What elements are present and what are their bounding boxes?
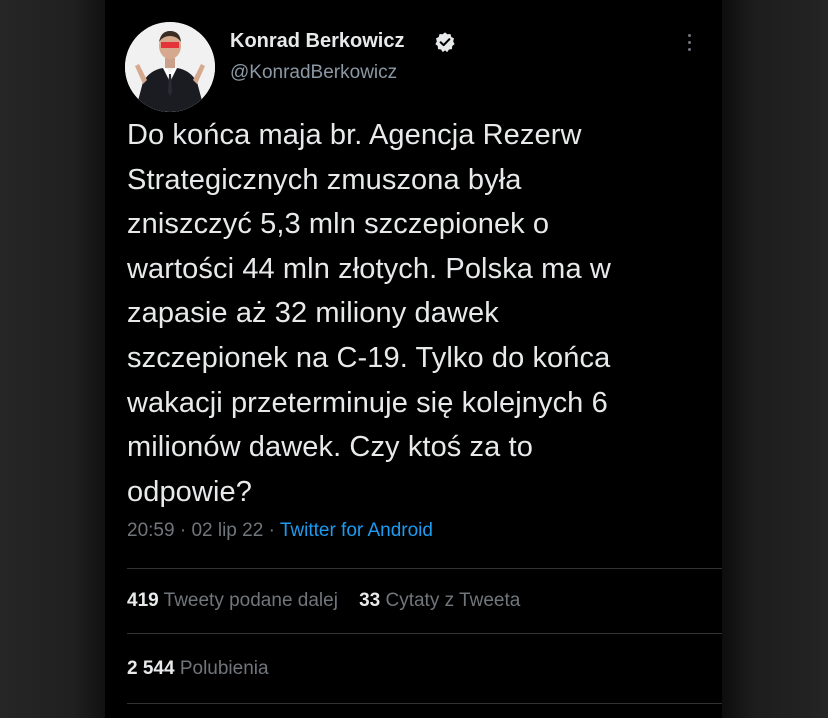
quotes-label: Cytaty z Tweeta — [385, 590, 521, 611]
tweet-meta: 20:59 · 02 lip 22 · Twitter for Android — [127, 520, 433, 542]
likes-stat[interactable]: 2 544 Polubienia — [127, 658, 269, 680]
author-handle[interactable]: @KonradBerkowicz — [230, 62, 397, 84]
engagement-stats: 419 Tweety podane dalej 33 Cytaty z Twee… — [127, 590, 520, 612]
background-right — [722, 0, 828, 718]
avatar[interactable] — [125, 22, 215, 112]
retweets-label: Tweety podane dalej — [163, 590, 338, 611]
avatar-photo — [125, 22, 215, 112]
quotes-stat[interactable]: 33 Cytaty z Tweeta — [359, 590, 520, 611]
tweet-source-link[interactable]: Twitter for Android — [280, 520, 433, 541]
quotes-count: 33 — [359, 590, 381, 611]
author-name[interactable]: Konrad Berkowicz — [230, 30, 404, 53]
background-left — [0, 0, 105, 718]
retweets-count: 419 — [127, 590, 159, 611]
meta-separator: · — [268, 520, 275, 541]
likes-label: Polubienia — [179, 658, 269, 679]
divider — [127, 633, 722, 634]
retweets-stat[interactable]: 419 Tweety podane dalej — [127, 590, 338, 611]
likes-count: 2 544 — [127, 658, 175, 679]
tweet-date[interactable]: 02 lip 22 — [191, 520, 263, 541]
tweet-text: Do końca maja br. Agencja Rezerw Strateg… — [127, 119, 611, 508]
tweet-time[interactable]: 20:59 — [127, 520, 175, 541]
verified-badge-icon — [435, 32, 455, 53]
divider — [127, 568, 722, 569]
divider — [127, 703, 722, 704]
meta-separator: · — [179, 520, 187, 541]
more-options-icon[interactable] — [679, 34, 699, 58]
tweet-card: Konrad Berkowicz @KonradBerkowicz Do koń… — [105, 0, 722, 718]
